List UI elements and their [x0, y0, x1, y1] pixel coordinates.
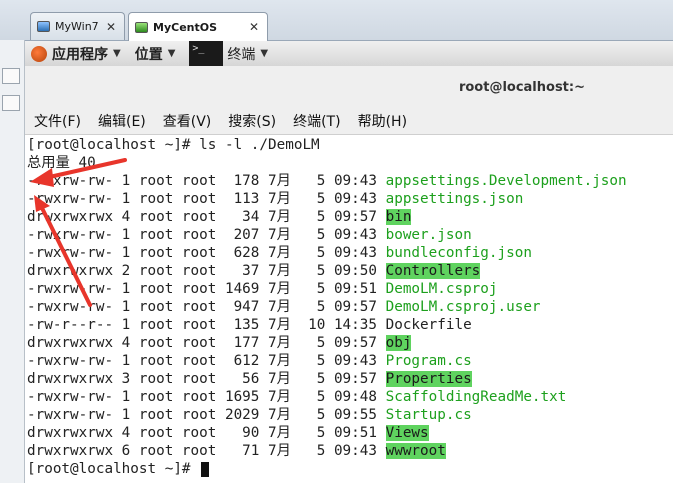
file-meta: -rwxrw-rw- 1 root root 628 7月 5 09:43	[27, 245, 386, 261]
list-item: -rwxrw-rw- 1 root root 1695 7月 5 09:48 S…	[27, 388, 566, 406]
file-meta: drwxrwxrwx 4 root root 34 7月 5 09:57	[27, 209, 386, 225]
file-meta: drwxrwxrwx 3 root root 56 7月 5 09:57	[27, 371, 386, 387]
file-name: Dockerfile	[385, 317, 472, 333]
prompt: [root@localhost ~]#	[27, 461, 200, 477]
file-name: DemoLM.csproj	[385, 281, 498, 297]
close-icon[interactable]: ✕	[104, 20, 118, 34]
list-item: -rwxrw-rw- 1 root root 628 7月 5 09:43 bu…	[27, 244, 532, 262]
list-item: drwxrwxrwx 3 root root 56 7月 5 09:57 Pro…	[27, 370, 472, 388]
list-item: drwxrwxrwx 4 root root 90 7月 5 09:51 Vie…	[27, 424, 429, 442]
file-name: Controllers	[385, 263, 481, 279]
menu-help[interactable]: 帮助(H)	[358, 111, 407, 131]
file-meta: drwxrwxrwx 2 root root 37 7月 5 09:50	[27, 263, 386, 279]
terminal-menu-bar: 文件(F) 编辑(E) 查看(V) 搜索(S) 终端(T) 帮助(H)	[25, 108, 673, 135]
host-window-icon	[2, 68, 20, 84]
file-meta: drwxrwxrwx 4 root root 90 7月 5 09:51	[27, 425, 386, 441]
host-window-icon	[2, 95, 20, 111]
command-line: [root@localhost ~]# ls -l ./DemoLM	[27, 137, 320, 153]
file-name: bower.json	[385, 227, 472, 243]
list-item: -rw-r--r-- 1 root root 135 7月 10 14:35 D…	[27, 316, 472, 334]
list-item: drwxrwxrwx 4 root root 34 7月 5 09:57 bin	[27, 208, 412, 226]
list-item: drwxrwxrwx 2 root root 37 7月 5 09:50 Con…	[27, 262, 481, 280]
close-icon[interactable]: ✕	[247, 20, 261, 34]
list-item: drwxrwxrwx 4 root root 177 7月 5 09:57 ob…	[27, 334, 412, 352]
menu-terminal[interactable]: 终端(T)	[293, 111, 340, 131]
text-cursor	[201, 461, 210, 477]
list-item: -rwxrw-rw- 1 root root 178 7月 5 09:43 ap…	[27, 172, 627, 190]
file-name: ScaffoldingReadMe.txt	[385, 389, 567, 405]
file-name: Startup.cs	[385, 407, 472, 423]
places-menu[interactable]: 位置 ▼	[135, 44, 176, 64]
file-meta: -rwxrw-rw- 1 root root 947 7月 5 09:57	[27, 299, 386, 315]
file-meta: -rwxrw-rw- 1 root root 2029 7月 5 09:55	[27, 407, 386, 423]
file-name: obj	[385, 335, 412, 351]
file-name: Program.cs	[385, 353, 472, 369]
vm-tab-label: MyCentOS	[153, 20, 218, 34]
file-meta: drwxrwxrwx 4 root root 177 7月 5 09:57	[27, 335, 386, 351]
file-meta: -rwxrw-rw- 1 root root 1469 7月 5 09:51	[27, 281, 386, 297]
file-name: Properties	[385, 371, 472, 387]
vm-tab-mycentos[interactable]: MyCentOS ✕	[128, 12, 268, 41]
file-name: DemoLM.csproj.user	[385, 299, 541, 315]
list-item: -rwxrw-rw- 1 root root 1469 7月 5 09:51 D…	[27, 280, 498, 298]
vm-tab-mywin7[interactable]: MyWin7 ✕	[30, 12, 125, 40]
list-item: drwxrwxrwx 6 root root 71 7月 5 09:43 www…	[27, 442, 446, 460]
chevron-down-icon: ▼	[167, 48, 176, 59]
file-name: appsettings.Development.json	[385, 173, 627, 189]
foot-icon	[31, 45, 47, 62]
menu-view[interactable]: 查看(V)	[163, 111, 212, 131]
list-item: -rwxrw-rw- 1 root root 947 7月 5 09:57 De…	[27, 298, 541, 316]
terminal-title-bar: root@localhost:~	[25, 66, 673, 108]
window-title: root@localhost:~	[458, 79, 585, 95]
list-item: -rwxrw-rw- 1 root root 2029 7月 5 09:55 S…	[27, 406, 472, 424]
chevron-down-icon: ▼	[260, 48, 269, 59]
list-item: -rwxrw-rw- 1 root root 113 7月 5 09:43 ap…	[27, 190, 523, 208]
file-meta: -rwxrw-rw- 1 root root 178 7月 5 09:43	[27, 173, 386, 189]
file-name: appsettings.json	[385, 191, 524, 207]
terminal-launcher-label: 终端	[227, 46, 256, 63]
gnome-top-panel: 应用程序 ▼ 位置 ▼ >_ 终端 ▼	[25, 41, 673, 67]
file-meta: -rw-r--r-- 1 root root 135 7月 10 14:35	[27, 317, 386, 333]
applications-label: 应用程序	[52, 46, 108, 63]
file-meta: -rwxrw-rw- 1 root root 207 7月 5 09:43	[27, 227, 386, 243]
list-item: -rwxrw-rw- 1 root root 612 7月 5 09:43 Pr…	[27, 352, 472, 370]
final-prompt-line: [root@localhost ~]#	[27, 460, 210, 478]
vm-icon	[135, 21, 148, 33]
file-meta: -rwxrw-rw- 1 root root 612 7月 5 09:43	[27, 353, 386, 369]
vm-icon	[37, 21, 50, 32]
applications-menu[interactable]: 应用程序 ▼	[25, 44, 121, 64]
host-sidebar-edge	[0, 40, 25, 483]
terminal-launcher[interactable]: >_ 终端 ▼	[189, 41, 268, 66]
menu-edit[interactable]: 编辑(E)	[98, 111, 146, 131]
file-meta: -rwxrw-rw- 1 root root 113 7月 5 09:43	[27, 191, 386, 207]
file-meta: drwxrwxrwx 6 root root 71 7月 5 09:43	[27, 443, 386, 459]
menu-file[interactable]: 文件(F)	[34, 111, 81, 131]
list-item: -rwxrw-rw- 1 root root 207 7月 5 09:43 bo…	[27, 226, 472, 244]
file-name: wwwroot	[385, 443, 446, 459]
vm-tab-label: MyWin7	[55, 20, 99, 33]
vm-tab-bar: MyWin7 ✕ MyCentOS ✕	[0, 0, 673, 41]
places-label: 位置	[134, 46, 163, 63]
total-line: 总用量 40	[27, 155, 96, 171]
file-name: bin	[385, 209, 412, 225]
chevron-down-icon: ▼	[113, 48, 121, 59]
menu-search[interactable]: 搜索(S)	[228, 111, 276, 131]
terminal-icon: >_	[189, 41, 224, 66]
file-name: Views	[385, 425, 429, 441]
file-name: bundleconfig.json	[385, 245, 532, 261]
terminal-output[interactable]: [root@localhost ~]# ls -l ./DemoLM 总用量 4…	[25, 135, 673, 483]
file-meta: -rwxrw-rw- 1 root root 1695 7月 5 09:48	[27, 389, 386, 405]
